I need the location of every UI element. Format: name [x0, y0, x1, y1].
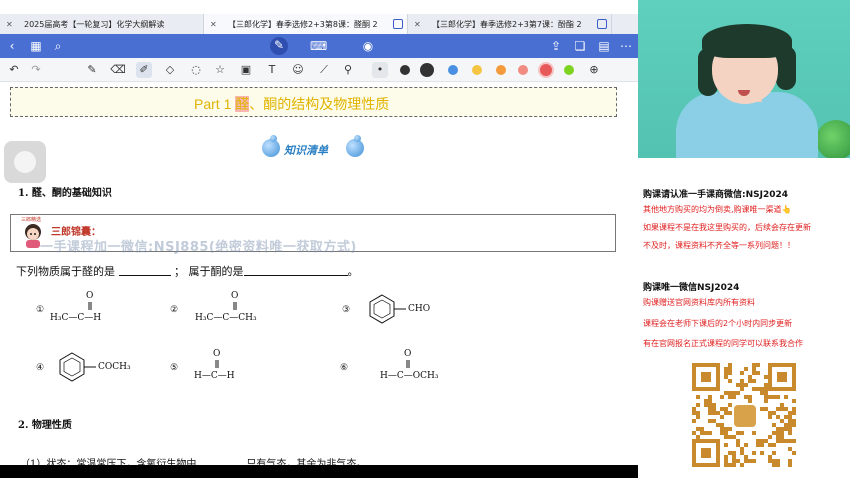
- image-icon[interactable]: ▣: [238, 62, 254, 78]
- bubble-icon: [270, 135, 277, 142]
- title-highlight: 醛: [235, 96, 250, 112]
- ad-heading: 购课唯一微信NSJ2024: [643, 283, 740, 293]
- shapes-icon[interactable]: ◇: [162, 62, 178, 78]
- note-app: ✕ 2025届高考【一轮复习】化学大纲解读 ✕ 【三郎化学】春季选修2+3第8课…: [0, 0, 638, 478]
- section-heading: 1. 醛、酮的基础知识: [18, 188, 112, 199]
- search-icon[interactable]: ⌕: [50, 38, 66, 54]
- link-icon[interactable]: ⚲: [340, 62, 356, 78]
- ad-panel: 购课请认准一手课商微信:NSJ2024 其他地方购买的均为倒卖,购课唯一渠道👆 …: [638, 158, 850, 478]
- size-small-icon[interactable]: •: [372, 62, 388, 78]
- close-tab-icon[interactable]: ✕: [6, 20, 13, 29]
- star-icon[interactable]: ☆: [212, 62, 228, 78]
- formula: CHO: [408, 304, 431, 314]
- export-icon[interactable]: ⇪: [548, 38, 564, 54]
- structure-5: ⑤ O H—C—H: [170, 349, 260, 385]
- floating-assist-button[interactable]: [4, 141, 46, 183]
- drawing-toolbar: ↶ ↷ ✎ ⌫ ✐ ◇ ◌ ☆ ▣ T ☺ ⟋ ⚲ • ⊕: [0, 58, 638, 82]
- add-tab-icon[interactable]: [393, 19, 403, 29]
- undo-icon[interactable]: ↶: [6, 62, 22, 78]
- structure-6: ⑥ O H—C—OCH₃: [340, 349, 470, 385]
- redo-icon[interactable]: ↷: [28, 62, 44, 78]
- answer-blank: [243, 265, 348, 276]
- tab-2[interactable]: ✕ 【三郎化学】春季选修2+3第8课：醛酮 2: [204, 14, 408, 34]
- bubble-icon: [262, 139, 280, 157]
- title-rest: 、酮的结构及物理性质: [249, 96, 390, 112]
- color-swatch[interactable]: [472, 65, 482, 75]
- color-picker-icon[interactable]: ⊕: [586, 62, 602, 78]
- highlighter-icon[interactable]: ✐: [136, 62, 152, 78]
- formula: H₃C—C—H: [50, 313, 102, 323]
- structure-3: ③ CHO: [342, 293, 452, 327]
- plant: [816, 120, 850, 158]
- tab-label: 【三郎化学】春季选修2+3第7课：酚酯 2: [432, 19, 582, 29]
- add-tab-icon[interactable]: [597, 19, 607, 29]
- color-swatch[interactable]: [448, 65, 458, 75]
- document-page: Part 1 醛、酮的结构及物理性质 知识清单 1. 醛、酮的基础知识 三郎精选: [0, 83, 638, 478]
- pen-mode-icon[interactable]: ✎: [270, 37, 288, 55]
- color-swatch[interactable]: [518, 65, 528, 75]
- back-icon[interactable]: ‹: [4, 38, 20, 54]
- tab-label: 2025届高考【一轮复习】化学大纲解读: [24, 19, 165, 29]
- page-title: Part 1 醛、酮的结构及物理性质: [194, 94, 389, 114]
- color-swatch[interactable]: [496, 65, 506, 75]
- keyboard-icon[interactable]: ⌨: [310, 38, 327, 54]
- question-end: 。: [347, 265, 359, 278]
- webcam-feed: [638, 0, 850, 158]
- screen-bottom-edge: [0, 465, 638, 478]
- laser-icon[interactable]: ⟋: [316, 62, 332, 78]
- top-bar: ‹ ▦ ⌕ ✎ ⌨ ◉ ⇪ ❏ ▤ ⋯: [0, 34, 638, 58]
- question-part: ； 属于酮的是: [174, 265, 244, 278]
- question-part: 下列物质属于醛的是: [16, 265, 115, 278]
- formula: COCH₃: [98, 362, 131, 372]
- color-swatch[interactable]: [564, 65, 574, 75]
- ad-text: 课程会在老师下课后的2个小时内同步更新: [643, 319, 793, 328]
- eraser-icon[interactable]: ⌫: [110, 62, 126, 78]
- color-swatch[interactable]: [400, 65, 410, 75]
- wechat-logo-icon: [734, 405, 756, 427]
- more-icon[interactable]: ⋯: [618, 38, 634, 54]
- bubble-icon: [354, 135, 361, 142]
- lasso-icon[interactable]: ◌: [188, 62, 204, 78]
- color-swatch[interactable]: [420, 63, 434, 77]
- color-swatch-selected[interactable]: [540, 64, 552, 76]
- answer-blank: [118, 265, 171, 276]
- mic-icon[interactable]: ◉: [360, 38, 376, 54]
- structure-2: ② O H₃C—C—CH₃: [170, 291, 280, 327]
- watermark-text: 一手课程加一微信:NSJ885(绝密资料唯一获取方式): [40, 240, 357, 255]
- close-tab-icon[interactable]: ✕: [210, 20, 217, 29]
- structure-1: ① O H₃C—C—H: [36, 291, 136, 327]
- ad-text: 其他地方购买的均为倒卖,购课唯一渠道👆: [643, 205, 792, 214]
- grid-icon[interactable]: ▦: [28, 38, 44, 54]
- formula: H—C—H: [194, 371, 235, 381]
- qr-code: [692, 363, 796, 467]
- question-text: 下列物质属于醛的是 ； 属于酮的是 。: [16, 263, 359, 279]
- screen: ✕ 2025届高考【一轮复习】化学大纲解读 ✕ 【三郎化学】春季选修2+3第8课…: [0, 0, 850, 478]
- bubble-icon: [346, 139, 364, 157]
- tab-bar: ✕ 2025届高考【一轮复习】化学大纲解读 ✕ 【三郎化学】春季选修2+3第8课…: [0, 14, 638, 34]
- knowledge-label: 知识清单: [284, 144, 328, 157]
- structure-4: ④ COCH₃: [36, 351, 146, 385]
- ad-text: 如果课程不是在我这里购买的，后续会存在更新: [643, 223, 811, 232]
- bookmark-icon[interactable]: ❏: [572, 38, 588, 54]
- tab-3[interactable]: ✕ 【三郎化学】春季选修2+3第7课：酚酯 2: [408, 14, 612, 34]
- benzene-ring-icon: [369, 294, 406, 324]
- text-icon[interactable]: T: [264, 62, 280, 78]
- formula: H—C—OCH₃: [380, 371, 439, 381]
- title-prefix: Part 1: [194, 96, 236, 112]
- knowledge-badge: 知识清单: [262, 135, 372, 165]
- sticker-icon[interactable]: ☺: [290, 62, 306, 78]
- ad-text: 购课赠送官网资料库内所有资料: [643, 298, 755, 307]
- tab-1[interactable]: ✕ 2025届高考【一轮复习】化学大纲解读: [0, 14, 204, 34]
- section-heading: 2. 物理性质: [18, 420, 72, 431]
- close-tab-icon[interactable]: ✕: [414, 20, 421, 29]
- ad-heading: 购课请认准一手课商微信:NSJ2024: [643, 190, 789, 200]
- ad-text: 不及时，课程资料不齐全等一系列问题！！: [643, 241, 795, 250]
- title-box: Part 1 醛、酮的结构及物理性质: [10, 87, 617, 117]
- ad-text: 有在官网报名正式课程的同学可以联系我合作: [643, 339, 803, 348]
- presenter-hair: [702, 24, 792, 58]
- pen-icon[interactable]: ✎: [84, 62, 100, 78]
- tab-label: 【三郎化学】春季选修2+3第8课：醛酮 2: [228, 19, 378, 29]
- formula: H₃C—C—CH₃: [195, 313, 257, 323]
- page-icon[interactable]: ▤: [596, 38, 612, 54]
